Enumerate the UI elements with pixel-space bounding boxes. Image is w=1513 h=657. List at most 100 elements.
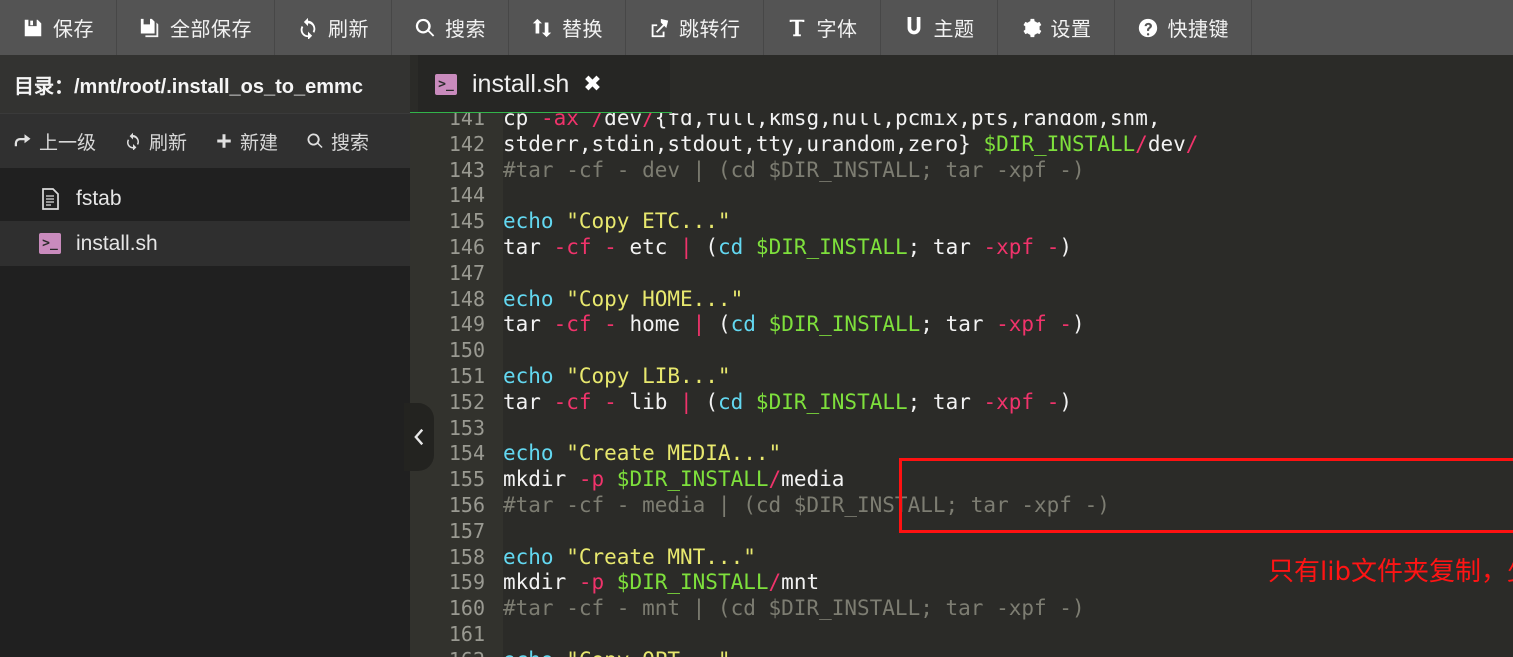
sidebar-label-new: 新建	[240, 132, 279, 154]
file-list-item-install-sh[interactable]: >_ install.sh	[0, 221, 410, 266]
code-token: echo	[503, 544, 567, 569]
code-token: tar	[503, 234, 554, 259]
code-token: $DIR_INSTALL	[983, 131, 1136, 156]
replace-icon	[531, 17, 553, 39]
editor-tab-title: install.sh	[472, 69, 570, 98]
code-viewport[interactable]: 141 cp -ax /dev/{fd,full,kmsg,null,pcmix,…	[410, 113, 1513, 657]
line-text: #tar -cf - media | (cd $DIR_INSTALL; tar…	[503, 493, 1110, 519]
line-text: tar -cf - home | (cd $DIR_INSTALL; tar -…	[503, 312, 1085, 338]
toolbar-label-save-all: 全部保存	[170, 19, 252, 41]
code-line: 149 tar -cf - home | (cd $DIR_INSTALL; ta…	[410, 312, 1513, 338]
code-token: /	[768, 467, 782, 492]
code-line: 151 echo "Copy LIB..."	[410, 364, 1513, 390]
toolbar-label-replace: 替换	[562, 19, 603, 41]
code-line: 157	[410, 519, 1513, 545]
code-line: 155 mkdir -p $DIR_INSTALL/media	[410, 467, 1513, 493]
code-token: /	[1135, 131, 1148, 156]
refresh-icon	[124, 132, 142, 150]
toolbar-button-save[interactable]: 保存	[0, 0, 117, 55]
line-text: mkdir -p $DIR_INSTALL/media	[503, 467, 844, 493]
font-icon	[786, 17, 808, 39]
toolbar-button-font[interactable]: 字体	[764, 0, 881, 55]
line-number: 158	[448, 544, 485, 569]
code-token: dev	[1147, 131, 1186, 156]
toolbar-button-replace[interactable]: 替换	[509, 0, 626, 55]
code-token: (	[717, 312, 731, 337]
toolbar-button-goto-line[interactable]: 跳转行	[626, 0, 764, 55]
save-icon	[22, 17, 44, 39]
goto-line-icon	[648, 17, 670, 39]
line-text: echo "Create MEDIA..."	[503, 441, 781, 467]
line-number: 151	[448, 363, 485, 388]
search-icon	[306, 132, 324, 150]
line-text: echo "Create MNT..."	[503, 545, 756, 571]
code-token: echo	[503, 209, 567, 234]
toolbar-button-shortcuts[interactable]: 快捷键	[1115, 0, 1252, 55]
sidebar-button-search[interactable]: 搜索	[292, 128, 383, 155]
code-token: $DIR_INSTALL	[755, 234, 908, 259]
editor-tab-install-sh[interactable]: >_ install.sh ✖	[418, 55, 670, 113]
code-token: cd	[717, 234, 756, 259]
line-number: 160	[448, 596, 485, 621]
file-browser-sidebar: 目录：/mnt/root/.install_os_to_emmc 上一级 刷新 …	[0, 55, 410, 657]
line-text: stderr,stdin,stdout,tty,urandom,zero} $D…	[503, 132, 1198, 158]
code-token: ; tar	[920, 312, 997, 337]
sidebar-button-refresh[interactable]: 刷新	[110, 128, 201, 155]
sidebar-collapse-handle[interactable]	[404, 403, 434, 471]
toolbar-label-theme: 主题	[933, 19, 975, 41]
code-line: 156 #tar -cf - media | (cd $DIR_INSTALL; …	[410, 493, 1513, 519]
editor-tab-bar: >_ install.sh ✖	[410, 55, 1513, 116]
code-line: 146 tar -cf - etc | (cd $DIR_INSTALL; tar…	[410, 235, 1513, 261]
line-number: 150	[448, 338, 485, 363]
line-number: 161	[448, 621, 485, 646]
code-token: (	[705, 234, 718, 259]
line-number: 145	[448, 209, 485, 234]
code-token: -	[1046, 234, 1060, 259]
code-token: -ax	[540, 113, 592, 130]
code-token: |	[680, 234, 706, 259]
code-line: 141 cp -ax /dev/{fd,full,kmsg,null,pcmix,…	[410, 113, 1513, 132]
editor-app-window: 保存 全部保存 刷新 搜索 替换 跳转行 字体 主题 设置 快捷键 目录：/mn…	[0, 0, 1513, 657]
code-token: mkdir	[503, 467, 579, 492]
file-name-fstab: fstab	[76, 186, 122, 210]
sidebar-button-parent-dir[interactable]: 上一级	[0, 128, 110, 155]
code-token: /	[591, 113, 605, 130]
code-token: lib	[629, 389, 681, 414]
code-token: #tar -cf - media | (cd $DIR_INSTALL; tar…	[503, 492, 1110, 517]
toolbar-button-theme[interactable]: 主题	[881, 0, 998, 55]
code-token: home	[629, 312, 693, 337]
line-number: 141	[448, 113, 485, 130]
toolbar-button-search[interactable]: 搜索	[392, 0, 509, 55]
code-line: 154 echo "Create MEDIA..."	[410, 441, 1513, 467]
sidebar-label-search: 搜索	[331, 132, 370, 154]
toolbar-button-save-all[interactable]: 全部保存	[117, 0, 275, 55]
line-text: echo "Copy OPT..."	[503, 648, 731, 657]
toolbar-button-settings[interactable]: 设置	[998, 0, 1115, 55]
code-token: cp	[503, 113, 541, 130]
code-token: #tar -cf - mnt | (cd $DIR_INSTALL; tar -…	[503, 596, 1085, 621]
code-line: 153	[410, 416, 1513, 442]
toolbar-button-refresh[interactable]: 刷新	[275, 0, 392, 55]
code-token: -cf	[553, 234, 605, 259]
code-token: media	[781, 467, 845, 492]
code-token: echo	[503, 363, 567, 388]
code-token: $DIR_INSTALL	[768, 312, 921, 337]
code-token: {fd,full,kmsg,null,pcmix,pts,random,shm,	[654, 113, 1161, 130]
file-list-item-fstab[interactable]: fstab	[0, 176, 410, 221]
code-line: 145 echo "Copy ETC..."	[410, 209, 1513, 235]
code-line: 142 stderr,stdin,stdout,tty,urandom,zero}…	[410, 132, 1513, 158]
document-icon	[38, 187, 62, 211]
close-icon[interactable]: ✖	[583, 73, 601, 95]
file-name-install-sh: install.sh	[76, 231, 158, 255]
theme-icon	[903, 16, 925, 39]
toolbar-filler	[1252, 0, 1513, 55]
toolbar-label-settings: 设置	[1050, 19, 1092, 41]
code-token: "Copy ETC..."	[566, 209, 731, 234]
gear-icon	[1020, 17, 1042, 39]
code-token: $DIR_INSTALL	[755, 389, 908, 414]
shell-script-icon: >_	[434, 72, 458, 96]
code-token: -xpf	[996, 312, 1060, 337]
sidebar-button-new[interactable]: 新建	[201, 128, 292, 155]
code-token: echo	[503, 441, 567, 466]
current-directory-path: 目录：/mnt/root/.install_os_to_emmc	[0, 55, 410, 113]
